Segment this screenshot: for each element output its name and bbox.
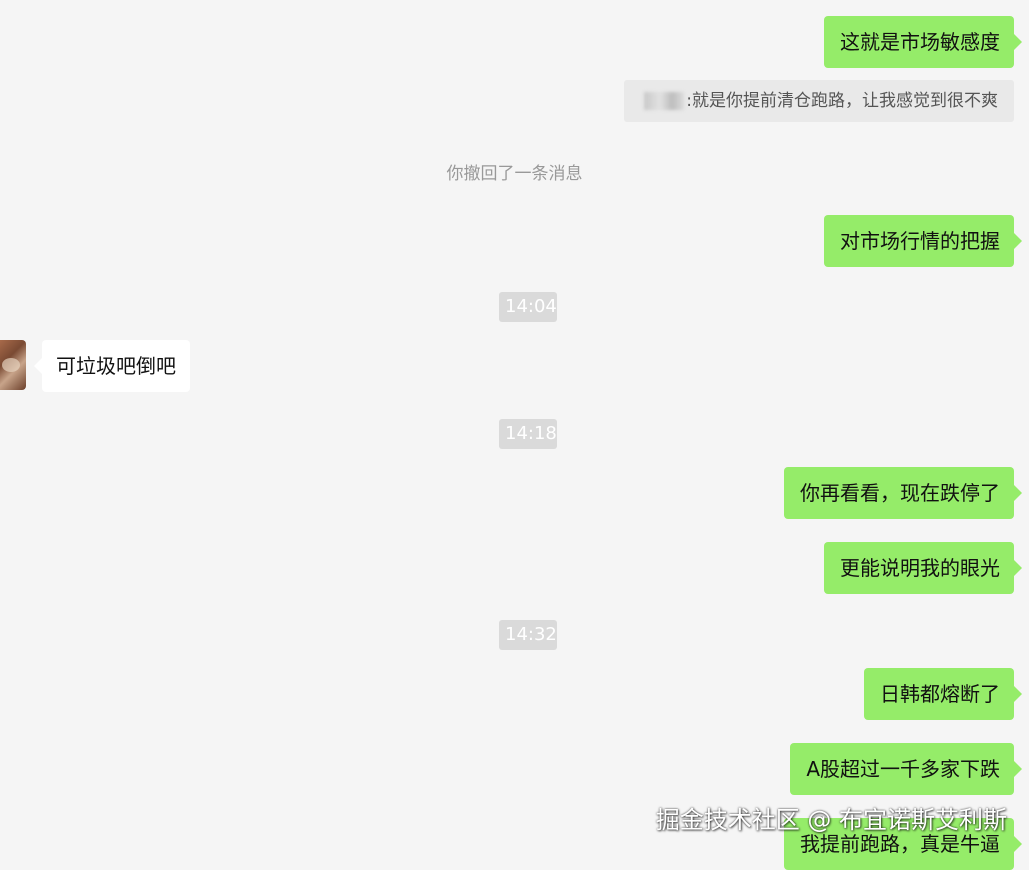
timestamp: 14:18 <box>499 419 557 449</box>
timestamp: 14:04 <box>499 292 557 322</box>
watermark-text: 掘金技术社区 @ 布宜诺斯艾利斯 <box>655 806 1007 834</box>
blurred-name <box>644 92 685 110</box>
chat-message-area: 这就是市场敏感度 : 就是你提前清仓跑路，让我感觉到很不爽 你撤回了一条消息 对… <box>0 0 1029 870</box>
quoted-reply[interactable]: : 就是你提前清仓跑路，让我感觉到很不爽 <box>624 80 1014 122</box>
message-bubble-outgoing[interactable]: 这就是市场敏感度 <box>824 16 1022 68</box>
message-bubble-outgoing[interactable]: A股超过一千多家下跌 <box>790 743 1022 795</box>
quote-text: 就是你提前清仓跑路，让我感觉到很不爽 <box>692 91 998 111</box>
recall-notice: 你撤回了一条消息 <box>446 164 583 184</box>
message-bubble-incoming[interactable]: 可垃圾吧倒吧 <box>34 340 190 392</box>
contact-avatar[interactable] <box>0 340 26 390</box>
message-bubble-outgoing[interactable]: 对市场行情的把握 <box>824 215 1022 267</box>
message-bubble-outgoing[interactable]: 更能说明我的眼光 <box>824 542 1022 594</box>
timestamp: 14:32 <box>499 620 557 650</box>
message-bubble-outgoing[interactable]: 日韩都熔断了 <box>864 668 1022 720</box>
message-bubble-outgoing[interactable]: 你再看看，现在跌停了 <box>784 467 1022 519</box>
